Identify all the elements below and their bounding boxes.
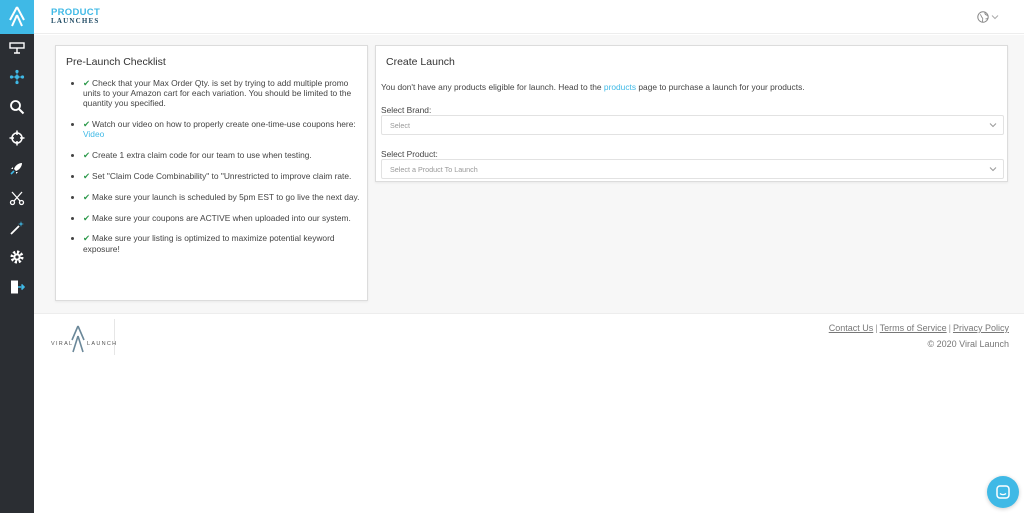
brand-subtitle: LAUNCHES <box>51 17 100 25</box>
page-footer: VIRAL LAUNCH Contact Us | Terms of Service… <box>34 313 1024 513</box>
checkmark-icon: ✔ <box>83 150 91 161</box>
checkmark-icon: ✔ <box>83 191 91 202</box>
no-products-message: You don't have any products eligible for… <box>381 82 805 92</box>
chevron-down-icon <box>991 15 999 20</box>
footer-links: Contact Us | Terms of Service | Privacy Poli… <box>828 323 1009 333</box>
chevron-down-icon <box>989 123 997 128</box>
logo-text-right: LAUNCH <box>87 341 118 347</box>
scissors-icon[interactable] <box>7 188 27 208</box>
brand-logo[interactable]: PRODUCT LAUNCHES <box>51 8 100 26</box>
copyright: © 2020 Viral Launch <box>927 339 1009 349</box>
select-product-label: Select Product: <box>381 149 438 159</box>
sidebar <box>0 0 34 513</box>
rocket-icon[interactable] <box>7 158 27 178</box>
product-select-value: Select a Product To Launch <box>390 165 478 174</box>
app-logo[interactable] <box>0 0 34 34</box>
network-icon[interactable] <box>7 67 27 87</box>
checklist-item: ✔Check that your Max Order Qty. is set b… <box>83 78 365 109</box>
brand-title: PRODUCT <box>51 7 101 18</box>
viral-launch-logo: VIRAL LAUNCH <box>51 319 118 355</box>
crosshair-icon[interactable] <box>7 128 27 148</box>
checklist-list: ✔Check that your Max Order Qty. is set b… <box>71 78 365 264</box>
app-root: PRODUCT LAUNCHES Pre-Launch Checklist ✔C… <box>0 0 1024 513</box>
terms-of-service-link[interactable]: Terms of Service <box>880 323 947 333</box>
brand-select[interactable]: Select <box>381 115 1004 135</box>
magic-wand-icon[interactable] <box>7 218 27 238</box>
privacy-policy-link[interactable]: Privacy Policy <box>953 323 1009 333</box>
launch-logo-icon <box>71 325 85 353</box>
select-brand-label: Select Brand: <box>381 105 432 115</box>
create-launch-title: Create Launch <box>386 56 455 68</box>
checklist-item: ✔Make sure your listing is optimized to … <box>83 233 365 253</box>
checkmark-icon: ✔ <box>83 171 91 181</box>
brand-select-value: Select <box>390 121 410 130</box>
checklist-title: Pre-Launch Checklist <box>66 56 166 68</box>
gear-icon[interactable] <box>7 247 27 267</box>
checkmark-icon: ✔ <box>83 119 91 130</box>
contact-us-link[interactable]: Contact Us <box>829 323 874 333</box>
products-link[interactable]: products <box>604 82 636 92</box>
search-icon[interactable] <box>7 97 27 117</box>
video-link[interactable]: Video <box>83 129 104 139</box>
chat-launcher-button[interactable] <box>987 476 1019 508</box>
checklist-item: ✔Watch our video on how to properly crea… <box>83 119 365 139</box>
checkmark-icon: ✔ <box>83 233 91 244</box>
monitor-icon[interactable] <box>7 38 27 58</box>
pre-launch-checklist-card: Pre-Launch Checklist ✔Check that your Ma… <box>55 45 368 301</box>
logout-icon[interactable] <box>7 277 27 297</box>
checklist-item: ✔Set "Claim Code Combinability" to "Unre… <box>83 171 365 181</box>
globe-icon <box>977 11 989 23</box>
checkmark-icon: ✔ <box>83 212 91 223</box>
checkmark-icon: ✔ <box>83 78 91 88</box>
main-content: Pre-Launch Checklist ✔Check that your Ma… <box>34 35 1024 513</box>
launch-logo-icon <box>9 6 25 27</box>
chevron-down-icon <box>989 167 997 172</box>
language-selector[interactable] <box>977 9 1001 25</box>
chat-icon <box>996 485 1010 499</box>
checklist-item: ✔Make sure your launch is scheduled by 5… <box>83 192 365 202</box>
top-header: PRODUCT LAUNCHES <box>34 0 1024 34</box>
create-launch-card: Create Launch You don't have any product… <box>375 45 1008 182</box>
product-select[interactable]: Select a Product To Launch <box>381 159 1004 179</box>
checklist-item: ✔Create 1 extra claim code for our team … <box>83 150 365 160</box>
checklist-item: ✔Make sure your coupons are ACTIVE when … <box>83 213 365 223</box>
